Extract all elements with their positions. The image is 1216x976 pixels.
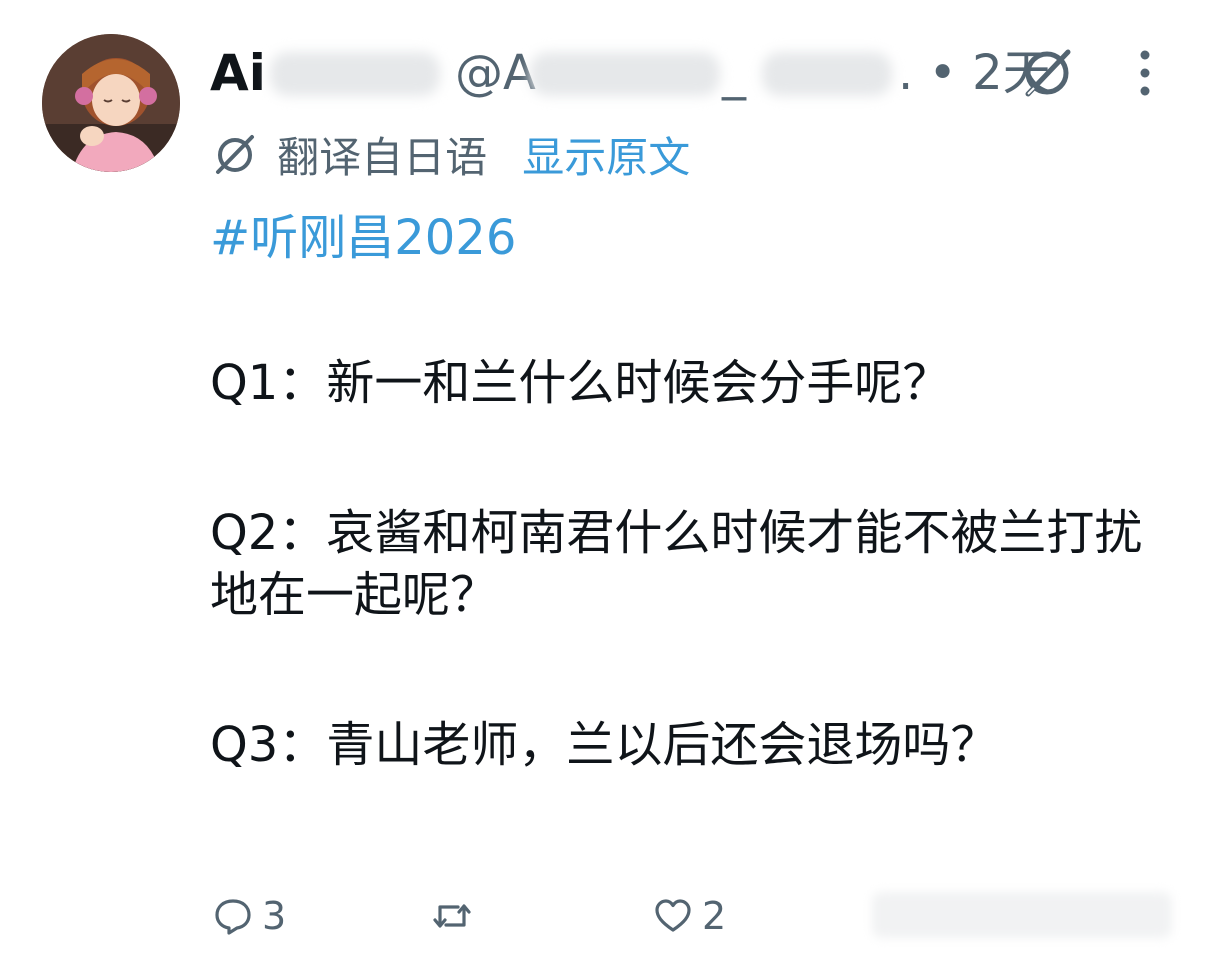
translation-bar: 翻译自日语 显示原文: [212, 124, 690, 186]
post-paragraph-q2: Q2：哀酱和柯南君什么时候才能不被兰打扰地在一起呢？: [210, 505, 1143, 623]
blurred-handle: [530, 52, 720, 96]
user-handle-suffix: _: [722, 45, 746, 101]
post-header: Ai @A _ . • 2天: [210, 38, 1170, 108]
post-paragraph-q3: Q3：青山老师，兰以后还会退场吗？: [210, 717, 999, 773]
like-button[interactable]: 2: [652, 890, 726, 942]
blurred-share-area: [872, 892, 1172, 938]
grok-icon[interactable]: [1018, 44, 1076, 102]
retweet-icon: [430, 895, 474, 937]
show-original-link[interactable]: 显示原文: [522, 124, 690, 185]
user-handle[interactable]: @A: [455, 38, 536, 108]
hashtag-link[interactable]: #听刚昌2026: [210, 206, 516, 270]
blurred-display-name: [270, 52, 440, 96]
heart-icon: [652, 895, 694, 937]
blurred-handle-tail: [762, 52, 892, 96]
like-count: 2: [702, 894, 727, 938]
display-name[interactable]: Ai: [210, 38, 266, 108]
reply-button[interactable]: 3: [212, 890, 286, 942]
retweet-button[interactable]: [430, 890, 482, 942]
post-paragraph-q1: Q1：新一和兰什么时候会分手呢？: [210, 355, 951, 411]
avatar[interactable]: [42, 34, 180, 172]
avatar-image: [42, 34, 180, 172]
translated-from-label: 翻译自日语: [277, 133, 488, 182]
translate-icon: [212, 132, 258, 178]
more-vertical-icon[interactable]: [1130, 46, 1160, 100]
action-bar: 3 2: [212, 890, 1172, 942]
post-body: Q1：新一和兰什么时候会分手呢？ Q2：哀酱和柯南君什么时候才能不被兰打扰地在一…: [210, 352, 1160, 776]
reply-count: 3: [262, 894, 287, 938]
reply-icon: [212, 895, 254, 937]
